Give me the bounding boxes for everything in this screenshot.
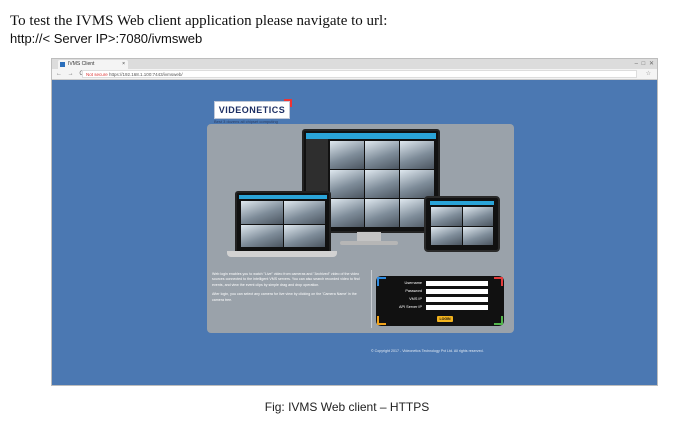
username-row: Username <box>376 280 504 287</box>
vms-ip-row: VMS IP <box>376 296 504 303</box>
login-box: Username Password VMS IP API Server IP L… <box>376 276 504 326</box>
password-row: Password <box>376 288 504 295</box>
username-label: Username <box>404 281 422 285</box>
video-tile <box>330 141 364 169</box>
window-controls[interactable]: ‒ □ ✕ <box>635 60 655 67</box>
vms-ip-field[interactable] <box>426 297 488 302</box>
api-ip-row: API Server IP <box>376 304 504 311</box>
video-tile <box>241 201 283 224</box>
video-tile <box>283 201 325 224</box>
corner-accent-icon <box>377 316 386 325</box>
laptop-image <box>235 191 331 253</box>
favicon-icon <box>60 62 65 67</box>
api-ip-field[interactable] <box>426 305 488 310</box>
copyright-text: © Copyright 2017 - Videonetics Technolog… <box>371 349 484 353</box>
video-tile <box>365 199 399 227</box>
password-field[interactable] <box>426 289 488 294</box>
browser-tab[interactable]: IVMS Client × <box>58 60 128 69</box>
logo-accent-icon <box>284 99 292 107</box>
corner-accent-icon <box>494 316 503 325</box>
laptop-toolbar <box>239 195 327 199</box>
vms-ip-label: VMS IP <box>409 297 422 301</box>
username-field[interactable] <box>426 281 488 286</box>
browser-screenshot: IVMS Client × ‒ □ ✕ ← → C Not secure htt… <box>51 58 658 386</box>
video-tile <box>330 170 364 198</box>
video-tile <box>400 170 434 198</box>
video-tile <box>365 141 399 169</box>
tablet-image <box>424 196 500 252</box>
video-tile <box>462 226 493 245</box>
monitor-base <box>340 241 398 245</box>
laptop-video-grid <box>241 201 325 247</box>
videonetics-logo: VIDEONETICS <box>214 99 292 119</box>
content-panel: Web login enables you to watch "Live" vi… <box>207 124 514 333</box>
figure-caption: Fig: IVMS Web client – HTTPS <box>264 400 430 414</box>
video-tile <box>283 224 325 247</box>
video-tile <box>241 224 283 247</box>
address-bar: ← → C Not secure https://192.168.1.100:7… <box>52 69 657 80</box>
password-label: Password <box>405 289 422 293</box>
url-field[interactable]: Not secure https://192.168.1.100:7443/iv… <box>82 70 637 78</box>
description-paragraph: After login, you can select any camera f… <box>212 292 357 302</box>
divider <box>371 270 372 328</box>
tab-close-icon[interactable]: × <box>122 60 125 69</box>
laptop-base <box>227 251 337 257</box>
url-text: https://192.168.1.100:7443/ivmsweb/ <box>109 72 183 77</box>
tab-title: IVMS Client <box>68 61 95 67</box>
video-tile <box>400 141 434 169</box>
video-tile <box>330 199 364 227</box>
video-tile <box>431 207 462 226</box>
video-tile <box>462 207 493 226</box>
video-tile <box>365 170 399 198</box>
tablet-toolbar <box>430 201 494 205</box>
star-icon[interactable]: ☆ <box>646 69 651 79</box>
monitor-video-grid <box>330 141 434 227</box>
intro-text: To test the IVMS Web client application … <box>10 13 388 29</box>
login-button[interactable]: LOGIN <box>437 316 453 322</box>
logo-text: VIDEONETICS <box>218 105 286 115</box>
not-secure-label[interactable]: Not secure <box>86 72 108 77</box>
api-ip-label: API Server IP <box>398 305 422 309</box>
video-tile <box>431 226 462 245</box>
description-text: Web login enables you to watch "Live" vi… <box>212 272 362 307</box>
tab-bar: IVMS Client × ‒ □ ✕ <box>52 59 657 69</box>
tablet-video-grid <box>431 207 493 245</box>
description-paragraph: Web login enables you to watch "Live" vi… <box>212 272 360 287</box>
intro-url: http://< Server IP>:7080/ivmsweb <box>10 31 203 46</box>
